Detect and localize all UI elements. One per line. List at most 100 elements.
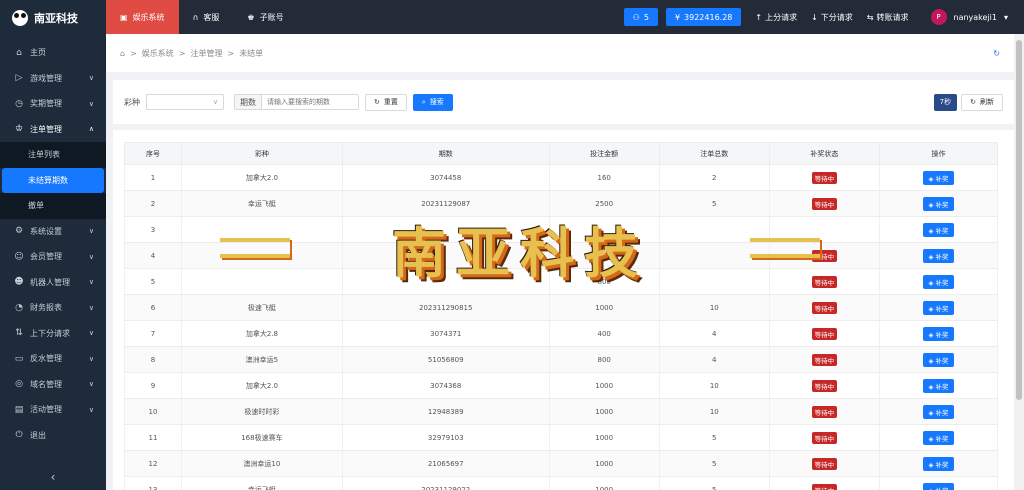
sidebar-item-rebate[interactable]: ▭ 反水管理 ∨ [0,346,106,372]
user-menu[interactable]: P nanyakeji1 ▾ [923,9,1008,25]
up-request-link[interactable]: ↑ 上分请求 [755,12,797,23]
reward-button[interactable]: ◈ 补奖 [923,378,954,393]
calendar-icon: ▤ [14,404,24,415]
table-cell: 13 [124,476,182,490]
status-cell: 等待中 [768,294,880,321]
sidebar-item-label: 奖期管理 [30,99,62,109]
sidebar-item-settings[interactable]: ⚙ 系统设置 ∨ [0,219,106,245]
chevron-down-icon: ∨ [88,329,94,338]
action-cell: ◈ 补奖 [878,242,999,269]
reload-icon[interactable]: ↻ [993,49,1000,58]
status-badge: 等待中 [811,301,838,314]
users-icon: ♚ [247,12,255,22]
reward-button[interactable]: ◈ 补奖 [923,404,954,419]
action-cell: ◈ 补奖 [878,424,999,451]
table-cell: 202311290815 [341,294,550,321]
table-cell: 2 [658,164,770,191]
table-cell: 澳洲幸运5 [180,346,343,373]
reward-button[interactable]: ◈ 补奖 [923,456,954,471]
breadcrumb-item[interactable]: 娱乐系统 [142,48,174,59]
sidebar-item-cancel[interactable]: 撤单 [0,193,106,219]
search-button[interactable]: ⌕ 搜索 [412,93,453,111]
sidebar-item-requests[interactable]: ⇅ 上下分请求 ∨ [0,321,106,347]
reward-button[interactable]: ◈ 补奖 [923,170,954,185]
breadcrumb-item[interactable]: 注单管理 [190,48,222,59]
tab-subaccount[interactable]: ♚ 子账号 [233,0,297,34]
sidebar: 南亚科技 ⌂ 主页 ▷ 游戏管理 ∨ ◷ 奖期管理 ∨ ♔ 注单管理 ∧ 注单列表 未结算期数… [0,0,106,490]
status-badge: 等待中 [811,327,838,340]
reward-label: 补奖 [936,487,949,490]
table-cell: 4 [124,242,182,269]
reset-button[interactable]: ↻ 重置 [365,93,407,111]
reward-label: 补奖 [935,278,949,287]
sidebar-item-period[interactable]: ◷ 奖期管理 ∨ [0,91,106,117]
down-request-link[interactable]: ↓ 下分请求 [811,12,853,23]
status-badge: 等待中 [811,405,838,418]
reward-button[interactable]: ◈ 补奖 [923,300,954,315]
reward-button[interactable]: ◈ 补奖 [923,352,954,367]
col-header: 序号 [124,142,182,165]
sidebar-item-domain[interactable]: ◎ 域名管理 ∨ [0,372,106,398]
online-count-button[interactable]: ⚇ 5 [623,8,658,26]
sidebar-item-game[interactable]: ▷ 游戏管理 ∨ [0,66,106,92]
chevron-down-icon: ∨ [88,252,94,261]
transfer-request-link[interactable]: ⇆ 转账请求 [867,12,909,23]
scrollbar-thumb[interactable] [1016,40,1022,400]
headset-icon: ∩ [192,12,199,22]
tab-entertainment[interactable]: ▣ 娱乐系统 [106,0,179,34]
home-icon[interactable]: ⌂ [120,49,125,58]
sidebar-item-bet-list[interactable]: 注单列表 [0,142,106,168]
period-input-group: 期数 [234,94,359,110]
sidebar-collapse-button[interactable]: ‹ [0,464,106,490]
table-row: 11 168极速赛车 32979103 1000 5 等待中 ◈ 补奖 [124,424,999,451]
table-card: 序号 彩种 期数 投注金额 注单总数 补奖状态 操作 1 加拿大2.0 307445… [113,130,1014,490]
diamond-icon: ◈ [928,174,936,183]
col-header: 期数 [341,142,550,165]
reward-label: 补奖 [935,460,949,469]
sidebar-item-label: 注单列表 [28,150,60,160]
reward-button[interactable]: ◈ 补奖 [923,196,954,211]
sidebar-item-logout[interactable]: ⏻ 退出 [0,423,106,449]
table-cell: 11 [124,424,182,451]
sidebar-item-unsettled[interactable]: 未结算期数 [2,167,104,193]
reward-button[interactable]: ◈ 补奖 [923,222,954,237]
topbar-right: ⚇ 5 ¥3922416.28 ↑ 上分请求 ↓ 下分请求 ⇆ 转账请求 P nanya… [623,8,1024,26]
sidebar-item-members[interactable]: ☺ 会员管理 ∨ [0,244,106,270]
reward-button[interactable]: ◈ 补奖 [923,326,954,341]
sidebar-item-home[interactable]: ⌂ 主页 [0,40,106,66]
reward-button[interactable]: ◈ 补奖 [923,430,954,445]
sidebar-item-events[interactable]: ▤ 活动管理 ∨ [0,397,106,423]
table-row: 9 加拿大2.0 3074368 1000 10 等待中 ◈ 补奖 [124,372,999,399]
lottery-label: 彩种 [124,97,140,107]
refresh-button[interactable]: ↻ 刷新 [961,93,1003,111]
reward-button[interactable]: ◈ 补奖 [923,482,954,490]
sidebar-item-label: 域名管理 [30,379,62,389]
diamond-icon: ◈ [928,278,936,287]
tab-label: 客服 [203,12,220,22]
balance-button[interactable]: ¥3922416.28 [665,8,742,26]
app-logo[interactable]: 南亚科技 [0,0,106,36]
status-cell: 等待中 [768,372,880,399]
reset-icon: ↻ [374,98,380,106]
reward-button[interactable]: ◈ 补奖 [923,248,954,263]
online-count: 5 [643,12,649,22]
reward-label: 补奖 [935,200,949,209]
sidebar-item-bets[interactable]: ♔ 注单管理 ∧ [0,117,106,143]
sidebar-item-robots[interactable]: ☻ 机器人管理 ∨ [0,270,106,296]
lottery-select[interactable]: ∨ [146,94,224,110]
table-row: 6 极速飞艇 202311290815 1000 10 等待中 ◈ 补奖 [124,294,999,321]
timer-button[interactable]: 7秒 [933,93,958,111]
table-cell: 9 [124,372,182,399]
tab-support[interactable]: ∩ 客服 [179,0,234,34]
reward-button[interactable]: ◈ 补奖 [923,274,954,289]
page-scrollbar[interactable] [1014,34,1024,490]
sidebar-item-finance[interactable]: ◔ 财务报表 ∨ [0,295,106,321]
play-icon: ▷ [15,73,23,84]
diamond-icon: ◈ [928,434,936,443]
exchange-icon: ⇅ [15,328,23,339]
period-input[interactable] [262,95,358,109]
table-cell: 5 [124,268,182,295]
table-cell: 3074368 [341,372,550,399]
table-cell: 160 [548,164,660,191]
reset-label: 重置 [383,98,398,106]
